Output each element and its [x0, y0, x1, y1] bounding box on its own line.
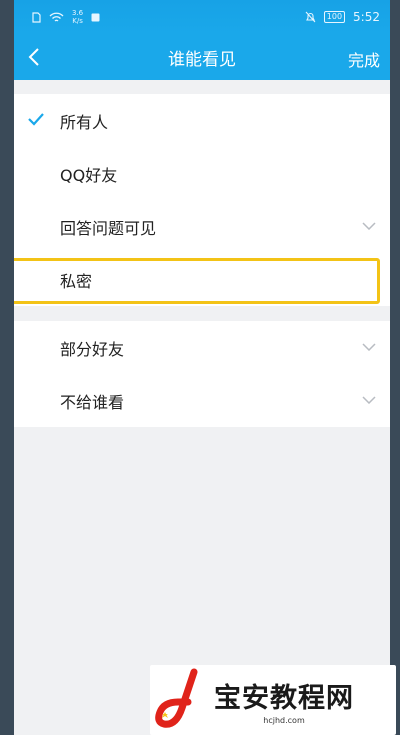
phone-screen: 3.6 K/s 100 5:52 谁能看见 完成 所有人 QQ好友 回答问题可见 [14, 0, 390, 735]
sim-icon [32, 11, 41, 23]
option-label: 所有人 [60, 112, 109, 132]
option-label: QQ好友 [60, 165, 118, 185]
back-button[interactable] [20, 43, 48, 71]
battery-indicator: 100 [323, 11, 346, 23]
option-hide-from[interactable]: 不给谁看 [14, 374, 390, 427]
watermark-url: hcjhd.com [263, 715, 305, 725]
visibility-options: 所有人 QQ好友 回答问题可见 私密 [14, 94, 390, 306]
option-label: 私密 [60, 271, 93, 291]
option-label: 回答问题可见 [60, 218, 157, 238]
mute-bell-icon [305, 11, 316, 23]
option-label: 不给谁看 [60, 392, 125, 412]
network-speed: 3.6 K/s [72, 9, 84, 25]
status-time: 5:52 [353, 10, 380, 24]
wifi-icon [49, 12, 64, 22]
page-title: 谁能看见 [168, 49, 236, 70]
chevron-left-icon [28, 48, 39, 66]
chevron-down-icon [362, 222, 376, 230]
watermark: 宝安教程网 hcjhd.com [150, 665, 396, 735]
watermark-logo-icon [155, 668, 198, 728]
option-everyone[interactable]: 所有人 [14, 94, 390, 147]
chevron-down-icon [362, 396, 376, 404]
visibility-options-group-2: 部分好友 不给谁看 [14, 321, 390, 427]
status-bar: 3.6 K/s 100 5:52 [14, 0, 390, 34]
option-qq-friends[interactable]: QQ好友 [14, 147, 390, 200]
option-answer-question[interactable]: 回答问题可见 [14, 200, 390, 253]
done-button[interactable]: 完成 [348, 47, 380, 71]
chevron-down-icon [362, 343, 376, 351]
notification-icon [91, 13, 100, 21]
option-label: 部分好友 [60, 339, 125, 359]
nav-bar: 谁能看见 完成 [14, 34, 390, 80]
checkmark-icon [28, 113, 44, 126]
option-private[interactable]: 私密 [14, 253, 390, 306]
option-some-friends[interactable]: 部分好友 [14, 321, 390, 374]
watermark-title: 宝安教程网 [214, 682, 354, 714]
